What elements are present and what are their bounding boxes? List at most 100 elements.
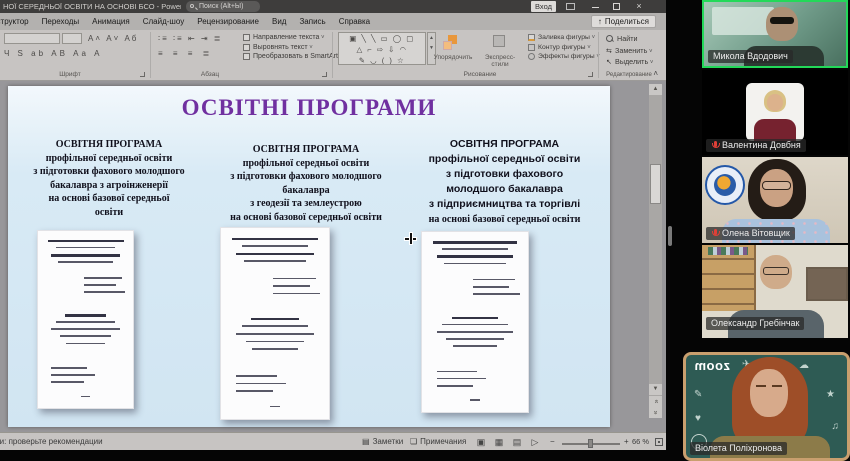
close-button[interactable]: × [630,0,648,13]
shapes-gallery[interactable]: ▣ ╲ ╲ ▭ ◯ ▢ △ ⌐ ⇨ ⇩ ◠ ✎ ◡ ( ) ☆ [338,32,426,65]
video-tile-5[interactable]: zoom ✈ ☁ ★ ✎ ♥ ♫ Віолета Поліхронова [683,352,850,461]
replace-button[interactable]: ⇆ Заменить [606,46,653,55]
font-dialog-launcher-icon[interactable] [140,72,145,77]
slide-title[interactable]: ОСВІТНІ ПРОГРАМИ [8,95,610,121]
slideshow-view-button[interactable]: ▷ [528,436,542,448]
accessibility-status[interactable]: Специальные возможности: проверьте реком… [0,437,170,446]
vertical-scrollbar[interactable]: ▲ ▼ « « [649,84,662,418]
font-name-combo[interactable] [4,33,60,44]
document-text-line [232,238,318,241]
zoom-in-button[interactable]: + [624,437,629,446]
ribbon-display-options-icon[interactable] [566,3,575,10]
document-text-line [473,293,520,295]
panel-resize-handle[interactable] [668,226,672,246]
zoom-out-button[interactable]: − [550,437,555,446]
profile-photo [746,83,804,141]
slide-canvas[interactable]: ОСВІТНІ ПРОГРАМИ ОСВІТНЯ ПРОГРАМА профіл… [8,86,610,427]
align-text-button[interactable]: Выровнять текст [243,44,343,51]
zoom-slider-thumb[interactable] [588,439,593,448]
scroll-up-button[interactable]: ▲ [649,84,662,95]
shape-fill-button[interactable]: Заливка фигуры [528,34,600,41]
tab-transitions[interactable]: Переходы [42,17,80,26]
shapes-row-2[interactable]: △ ⌐ ⇨ ⇩ ◠ [339,44,425,55]
drawing-dialog-launcher-icon[interactable] [588,72,593,77]
next-slide-button[interactable]: « [649,407,662,418]
zoom-level[interactable]: 66 % [632,437,649,446]
paragraph-group-label: Абзац [180,71,240,78]
shapes-row-1[interactable]: ▣ ╲ ╲ ▭ ◯ ▢ [339,33,425,44]
program-text-agro[interactable]: ОСВІТНЯ ПРОГРАМА профільної середньої ос… [10,138,208,219]
tab-review[interactable]: Рецензирование [197,17,259,26]
font-size-buttons[interactable]: А˄ А˅ Аб [88,34,138,43]
notes-icon: ▤ [362,437,370,446]
select-icon: ↖ [606,57,612,66]
document-text-line [84,277,122,279]
tab-record[interactable]: Запись [299,17,325,26]
document-text-line [244,260,307,262]
font-style-buttons[interactable]: Ч S ab АВ Aa А [4,49,102,58]
video-tile-2[interactable]: Валентина Довбня [702,70,848,155]
zoom-meeting-screen: НОЇ СЕРЕДНЬОЇ ОСВІТИ НА ОСНОВІ БСО - Pow… [0,0,850,461]
program-text-trade[interactable]: ОСВІТНЯ ПРОГРАМА профільної середньої ос… [399,137,610,227]
document-thumbnail-1[interactable] [37,230,134,409]
tab-help[interactable]: Справка [339,17,370,26]
shape-effects-button[interactable]: Эффекты фигуры [528,53,600,60]
participant-name-label: Олена Вітовщик [706,227,795,240]
zoom-logo-mirrored: zoom [694,358,730,373]
minimize-button[interactable] [592,7,599,8]
reading-view-button[interactable]: ▤ [510,436,524,448]
document-text-line [48,240,124,243]
video-tile-1-active-speaker[interactable]: Микола Вдодович [702,0,848,68]
document-text-line [433,241,518,244]
font-size-combo[interactable] [62,33,82,44]
shapes-row-3[interactable]: ✎ ◡ ( ) ☆ [339,55,425,65]
search-icon [190,4,194,8]
document-thumbnail-2[interactable] [220,227,330,420]
glasses [763,267,789,275]
document-text-line [242,325,309,327]
collapse-ribbon-icon[interactable]: ˄ [653,69,658,78]
restore-button[interactable] [613,3,620,10]
fit-slide-to-window-icon[interactable] [655,438,663,446]
align-buttons[interactable]: ≡ ≡ ≡ ≣ [158,49,213,58]
document-text-line [58,261,113,263]
share-button[interactable]: ↑ Поделиться [591,15,656,28]
align-text-icon [243,44,250,51]
find-icon [606,35,614,43]
find-button[interactable]: Найти [606,34,653,43]
list-indent-buttons[interactable]: ∶≡ ∶≡ ⇤ ⇥ ≣ [158,34,223,43]
tab-slideshow[interactable]: Слайд-шоу [143,17,184,26]
doodle-pencil-icon: ✎ [694,389,702,400]
document-text-line [84,284,116,286]
select-button[interactable]: ↖ Выделить [606,57,653,66]
scroll-down-button[interactable]: ▼ [649,384,662,395]
drawing-group-label: Рисование [440,71,520,78]
smartart-button[interactable]: Преобразовать в SmartArt [243,53,343,60]
document-text-line [56,247,115,249]
editing-group-label: Редактирование [596,72,662,78]
sign-in-button[interactable]: Вход [531,1,556,12]
scrollbar-thumb[interactable] [650,164,661,204]
video-tile-3[interactable]: Олена Вітовщик [702,157,848,243]
document-thumbnail-3[interactable] [421,231,529,413]
ribbon-tabs-row: Конструктор Переходы Анимация Слайд-шоу … [0,13,666,30]
shape-outline-button[interactable]: Контур фигуры [528,44,600,51]
text-direction-button[interactable]: Направление текста [243,34,343,41]
tab-design[interactable]: Конструктор [0,17,29,26]
slide-sorter-view-button[interactable]: ▦ [492,436,506,448]
previous-slide-button[interactable]: « [649,396,662,407]
comments-button[interactable]: ❏ Примечания [410,437,466,446]
document-text-line [442,248,508,250]
tab-view[interactable]: Вид [272,17,286,26]
normal-view-button[interactable]: ▣ [474,436,488,448]
notes-button[interactable]: ▤ Заметки [362,437,403,446]
search-box[interactable]: Поиск (Alt+Ы) [186,1,260,12]
document-text-line [473,286,509,288]
tab-animations[interactable]: Анимация [92,17,130,26]
document-text-line [236,390,273,392]
program-text-geodesy[interactable]: ОСВІТНЯ ПРОГРАМА профільної середньої ос… [200,143,412,224]
sunglasses [770,17,794,24]
video-tile-4[interactable]: Олександр Гребінчак [702,245,848,338]
paragraph-dialog-launcher-icon[interactable] [322,72,327,77]
document-text-line [270,406,281,408]
